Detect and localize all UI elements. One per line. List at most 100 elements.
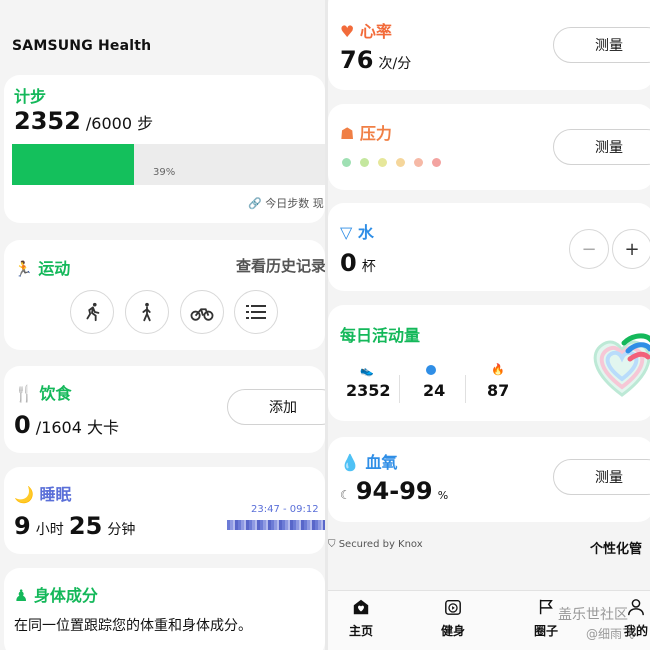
- activity-calorie-icon: 🔥: [491, 363, 505, 376]
- walking-icon[interactable]: [125, 290, 169, 334]
- activity-divider-2: [465, 375, 466, 403]
- link-icon: 🔗: [248, 197, 262, 210]
- activity-calories-value: 87: [487, 381, 510, 400]
- food-card[interactable]: 🍴 饮食 0 /1604 大卡 添加: [4, 366, 325, 453]
- today-steps-label: 今日步数 现: [265, 197, 324, 210]
- knox-badge: ⛉ Secured by Knox: [328, 539, 423, 550]
- sleep-title: 🌙 睡眠: [14, 485, 72, 504]
- body-icon: ♟: [14, 586, 29, 605]
- heart-rate-card[interactable]: ♥ 心率 76 次/分 测量: [328, 0, 650, 90]
- sleep-hours: 9: [14, 512, 31, 540]
- exercise-title: 🏃 运动: [14, 259, 71, 278]
- sleep-minutes: 25: [68, 512, 103, 540]
- stress-measure-button[interactable]: 测量: [553, 129, 650, 165]
- activity-rings-icon: [593, 333, 650, 397]
- activity-steps-value: 2352: [346, 381, 391, 400]
- food-target: /1604 大卡: [35, 418, 119, 437]
- water-value-row: 0 杯: [340, 249, 376, 277]
- blood-oxygen-value-row: ☾ 94-99 %: [340, 477, 448, 505]
- body-composition-desc: 在同一位置跟踪您的体重和身体成分。: [14, 618, 252, 634]
- community-watermark: 盖乐世社区: [558, 607, 628, 623]
- body-composition-title: ♟ 身体成分: [14, 586, 98, 605]
- activity-minutes-value: 24: [423, 381, 446, 400]
- heart-icon: ♥: [340, 22, 355, 41]
- food-value: 0: [14, 411, 31, 439]
- nav-home-label: 主页: [348, 624, 373, 638]
- drop-icon: 💧: [340, 453, 360, 472]
- activity-time-icon: [426, 365, 436, 375]
- steps-current: 2352: [14, 107, 81, 135]
- stress-level-dots: [342, 158, 441, 167]
- blood-oxygen-card[interactable]: 💧 血氧 ☾ 94-99 % 测量: [328, 437, 650, 522]
- running-icon[interactable]: [70, 290, 114, 334]
- nav-fitness[interactable]: 健身: [423, 598, 483, 639]
- stress-dot: [414, 158, 423, 167]
- flag-icon: [539, 599, 553, 615]
- home-icon: [353, 599, 369, 615]
- water-minus-button[interactable]: −: [569, 229, 609, 269]
- stress-dot: [396, 158, 405, 167]
- food-title: 🍴 饮食: [14, 384, 72, 403]
- heart-rate-value-row: 76 次/分: [340, 46, 411, 74]
- exercise-icon: 🏃: [14, 260, 33, 278]
- blood-oxygen-unit: %: [437, 489, 449, 502]
- food-add-button[interactable]: 添加: [227, 389, 325, 425]
- blood-oxygen-value: 94-99: [355, 477, 433, 505]
- steps-value-row: 2352 /6000 步: [14, 107, 153, 135]
- sleep-hours-unit: 小时: [35, 522, 64, 538]
- heart-rate-unit: 次/分: [378, 56, 412, 72]
- steps-progress-track: 39%: [12, 144, 325, 185]
- exercise-history-link[interactable]: 查看历史记录: [236, 255, 325, 276]
- stress-dot: [342, 158, 351, 167]
- daily-activity-title: 每日活动量: [340, 326, 421, 345]
- blood-oxygen-measure-button[interactable]: 测量: [553, 459, 650, 495]
- nav-together-label: 圈子: [533, 624, 558, 638]
- sleep-minutes-unit: 分钟: [107, 522, 136, 538]
- water-value: 0: [340, 249, 357, 277]
- water-unit: 杯: [361, 259, 376, 275]
- stress-dot: [432, 158, 441, 167]
- steps-title: 计步: [14, 87, 47, 106]
- heart-rate-measure-button[interactable]: 测量: [553, 27, 650, 63]
- daily-activity-card[interactable]: 每日活动量 👟 2352 24 🔥 87: [328, 305, 650, 421]
- activity-steps-icon: 👟: [360, 364, 374, 377]
- sleep-card[interactable]: 🌙 睡眠 9 小时 25 分钟 23:47 - 09:12: [4, 467, 325, 554]
- person-icon: [628, 599, 644, 616]
- stress-title: ☗ 压力: [340, 124, 392, 143]
- personalize-link[interactable]: 个性化管: [590, 538, 642, 557]
- steps-progress-label: 39%: [153, 167, 176, 178]
- list-icon[interactable]: [234, 290, 278, 334]
- sleep-value-row: 9 小时 25 分钟: [14, 512, 135, 540]
- blood-oxygen-title: 💧 血氧: [340, 453, 398, 472]
- stress-dot: [360, 158, 369, 167]
- stress-icon: ☗: [340, 124, 355, 143]
- cup-icon: ▽: [340, 223, 353, 242]
- steps-progress-fill: [12, 144, 135, 185]
- water-title: ▽ 水: [340, 223, 374, 242]
- exercise-card[interactable]: 🏃 运动 查看历史记录: [4, 240, 325, 350]
- fork-knife-icon: 🍴: [14, 384, 34, 403]
- moon-icon: 🌙: [14, 485, 34, 504]
- water-card[interactable]: ▽ 水 0 杯 − +: [328, 203, 650, 291]
- food-value-row: 0 /1604 大卡: [14, 411, 119, 439]
- nav-fitness-label: 健身: [440, 624, 465, 638]
- water-plus-button[interactable]: +: [612, 229, 650, 269]
- heart-rate-title: ♥ 心率: [340, 22, 392, 41]
- brand-logo: SAMSUNG Health: [12, 38, 152, 54]
- left-screen: SAMSUNG Health 计步 2352 /6000 步 39% 🔗 今日步…: [0, 0, 325, 650]
- today-steps-link[interactable]: 🔗 今日步数 现: [248, 195, 324, 211]
- steps-card[interactable]: 计步 2352 /6000 步 39% 🔗 今日步数 现: [4, 75, 325, 223]
- sleep-stage-bar: [227, 520, 325, 530]
- nav-home[interactable]: 主页: [331, 598, 391, 639]
- play-icon: [445, 599, 461, 615]
- moon-small-icon: ☾: [340, 488, 351, 502]
- watermark-author: @细雨飞: [586, 627, 635, 641]
- sleep-range: 23:47 - 09:12: [251, 504, 319, 515]
- body-composition-card[interactable]: ♟ 身体成分 在同一位置跟踪您的体重和身体成分。: [4, 568, 325, 650]
- steps-goal: /6000 步: [85, 114, 154, 133]
- stress-dot: [378, 158, 387, 167]
- stress-card[interactable]: ☗ 压力 测量: [328, 104, 650, 190]
- cycling-icon[interactable]: [180, 290, 224, 334]
- right-screen: ♥ 心率 76 次/分 测量 ☗ 压力 测量 ▽ 水 0 杯 − + 每日活动量…: [328, 0, 650, 650]
- activity-divider-1: [399, 375, 400, 403]
